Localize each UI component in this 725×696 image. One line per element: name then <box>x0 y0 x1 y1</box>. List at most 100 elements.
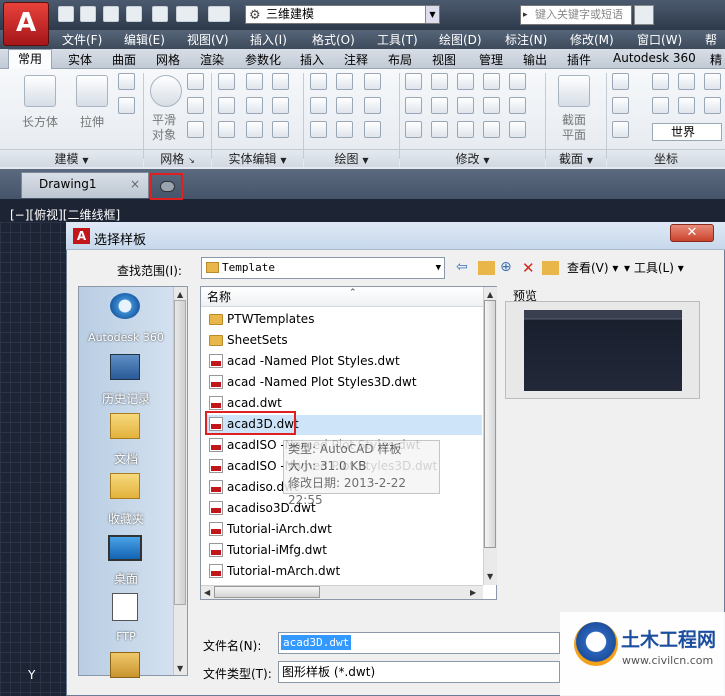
modify-icon-14[interactable] <box>509 97 526 114</box>
undo-icon[interactable] <box>176 6 198 22</box>
place-ftp[interactable]: FTP <box>78 630 174 643</box>
solid-edit-icon-2[interactable] <box>246 97 263 114</box>
modify-icon-6[interactable] <box>431 121 448 138</box>
print-icon[interactable] <box>152 6 168 22</box>
tools-menu[interactable]: ▾ 工具(L) ▾ <box>624 259 684 277</box>
tab-parametric[interactable]: 参数化 <box>245 51 281 68</box>
ucs-icon-1[interactable] <box>612 73 629 90</box>
tab-manage[interactable]: 管理 <box>479 51 503 68</box>
extrude-icon[interactable] <box>76 75 108 107</box>
panel-mesh[interactable]: 网格 ↘ <box>144 149 211 167</box>
close-icon[interactable]: × <box>130 173 140 195</box>
redo-icon[interactable] <box>208 6 230 22</box>
file-row[interactable]: Tutorial-iArch.dwt <box>206 519 332 539</box>
ucs-icon-5[interactable] <box>652 97 669 114</box>
search-binoculars-icon[interactable] <box>634 5 654 25</box>
section-plane-icon[interactable] <box>558 75 590 107</box>
modify-icon-13[interactable] <box>509 73 526 90</box>
modify-icon-10[interactable] <box>483 73 500 90</box>
solid-edit-icon-3[interactable] <box>246 121 263 138</box>
panel-coordinates[interactable]: 坐标 <box>607 149 725 167</box>
file-list-hscroll-thumb[interactable] <box>214 586 320 598</box>
tab-solid[interactable]: 实体 <box>68 51 92 68</box>
solid-edit-icon-6[interactable] <box>272 121 289 138</box>
scroll-down-icon[interactable]: ▼ <box>177 664 183 673</box>
autocad-logo-button[interactable]: A <box>3 2 49 46</box>
spline-icon[interactable] <box>310 97 327 114</box>
tab-mesh[interactable]: 网格 <box>156 51 180 68</box>
tab-home[interactable]: 常用 <box>8 49 52 70</box>
ucs-icon-8[interactable] <box>704 73 721 90</box>
solid-edit-icon-5[interactable] <box>272 97 289 114</box>
place-favorites[interactable]: 收藏夹 <box>78 510 174 527</box>
tab-autodesk360[interactable]: Autodesk 360 <box>613 51 696 65</box>
place-documents[interactable]: 文档 <box>78 450 174 467</box>
modify-icon-12[interactable] <box>483 121 500 138</box>
search-web-icon[interactable]: ⊕ <box>500 259 512 277</box>
file-row[interactable]: acad.dwt <box>206 393 282 413</box>
panel-draw[interactable]: 绘图 ▼ <box>304 149 399 167</box>
places-scroll-thumb[interactable] <box>174 300 186 605</box>
delete-icon[interactable]: ✕ <box>522 259 535 277</box>
document-tab[interactable]: Drawing1 × <box>21 172 149 198</box>
modify-icon-1[interactable] <box>405 73 422 90</box>
scroll-up-icon[interactable]: ▲ <box>177 290 183 299</box>
panel-solid-edit[interactable]: 实体编辑 ▼ <box>212 149 303 167</box>
modify-icon-11[interactable] <box>483 97 500 114</box>
ucs-icon-4[interactable] <box>652 73 669 90</box>
modify-icon-3[interactable] <box>405 121 422 138</box>
file-row[interactable]: Tutorial-iMfg.dwt <box>206 540 327 560</box>
open-icon[interactable] <box>80 6 96 22</box>
rectangle-icon[interactable] <box>336 121 353 138</box>
save-as-icon[interactable] <box>126 6 142 22</box>
dialog-close-button[interactable]: ✕ <box>670 224 714 242</box>
solid-edit-icon-1[interactable] <box>246 73 263 90</box>
history-icon[interactable] <box>110 354 140 380</box>
new-icon[interactable] <box>58 6 74 22</box>
file-row[interactable]: acad -Named Plot Styles.dwt <box>206 351 400 371</box>
subtract-icon[interactable] <box>218 97 235 114</box>
workspace-selector[interactable]: ⚙ 三维建模 ▼ <box>245 5 440 24</box>
solid-edit-icon-4[interactable] <box>272 73 289 90</box>
desktop-icon[interactable] <box>108 535 142 561</box>
ucs-icon-9[interactable] <box>704 97 721 114</box>
tab-featured[interactable]: 精 <box>710 51 722 68</box>
favorites-icon[interactable] <box>110 473 140 499</box>
modify-icon-9[interactable] <box>457 121 474 138</box>
place-desktop[interactable]: 桌面 <box>78 570 174 587</box>
mesh-icon-2[interactable] <box>187 97 204 114</box>
drawing-viewport[interactable] <box>0 222 66 696</box>
new-folder-icon[interactable] <box>542 261 559 275</box>
scroll-right-icon[interactable]: ▶ <box>470 588 476 597</box>
mesh-icon-3[interactable] <box>187 121 204 138</box>
tab-view[interactable]: 视图 <box>432 51 456 68</box>
menu-file[interactable]: 文件(F) <box>62 31 102 48</box>
autodesk360-icon[interactable] <box>110 293 140 319</box>
modify-icon-7[interactable] <box>457 73 474 90</box>
up-folder-icon[interactable] <box>478 261 495 275</box>
mesh-icon-1[interactable] <box>187 73 204 90</box>
modify-icon-15[interactable] <box>509 121 526 138</box>
scroll-up-icon[interactable]: ▲ <box>487 290 493 299</box>
ucs-icon-7[interactable] <box>678 97 695 114</box>
tab-render[interactable]: 渲染 <box>200 51 224 68</box>
tab-insert[interactable]: 插入 <box>300 51 324 68</box>
ucs-icon-2[interactable] <box>612 97 629 114</box>
presspull-icon[interactable] <box>118 73 135 90</box>
file-row[interactable]: acad -Named Plot Styles3D.dwt <box>206 372 417 392</box>
panel-section[interactable]: 截面 ▼ <box>546 149 606 167</box>
keyword-search-input[interactable]: ▸ 键入关键字或短语 <box>520 5 632 25</box>
polygon-icon[interactable] <box>310 121 327 138</box>
place-history[interactable]: 历史记录 <box>78 390 174 407</box>
menu-tools[interactable]: 工具(T) <box>377 31 418 48</box>
smooth-object-icon[interactable] <box>150 75 182 107</box>
polyline-icon[interactable] <box>336 73 353 90</box>
file-list-vscroll-thumb[interactable] <box>484 300 496 548</box>
ucs-icon-6[interactable] <box>678 73 695 90</box>
save-icon[interactable] <box>103 6 119 22</box>
modify-icon-2[interactable] <box>405 97 422 114</box>
tab-surface[interactable]: 曲面 <box>112 51 136 68</box>
menu-format[interactable]: 格式(O) <box>312 31 355 48</box>
column-header-name[interactable]: 名称 ⌃ <box>201 287 483 307</box>
tab-layout[interactable]: 布局 <box>388 51 412 68</box>
